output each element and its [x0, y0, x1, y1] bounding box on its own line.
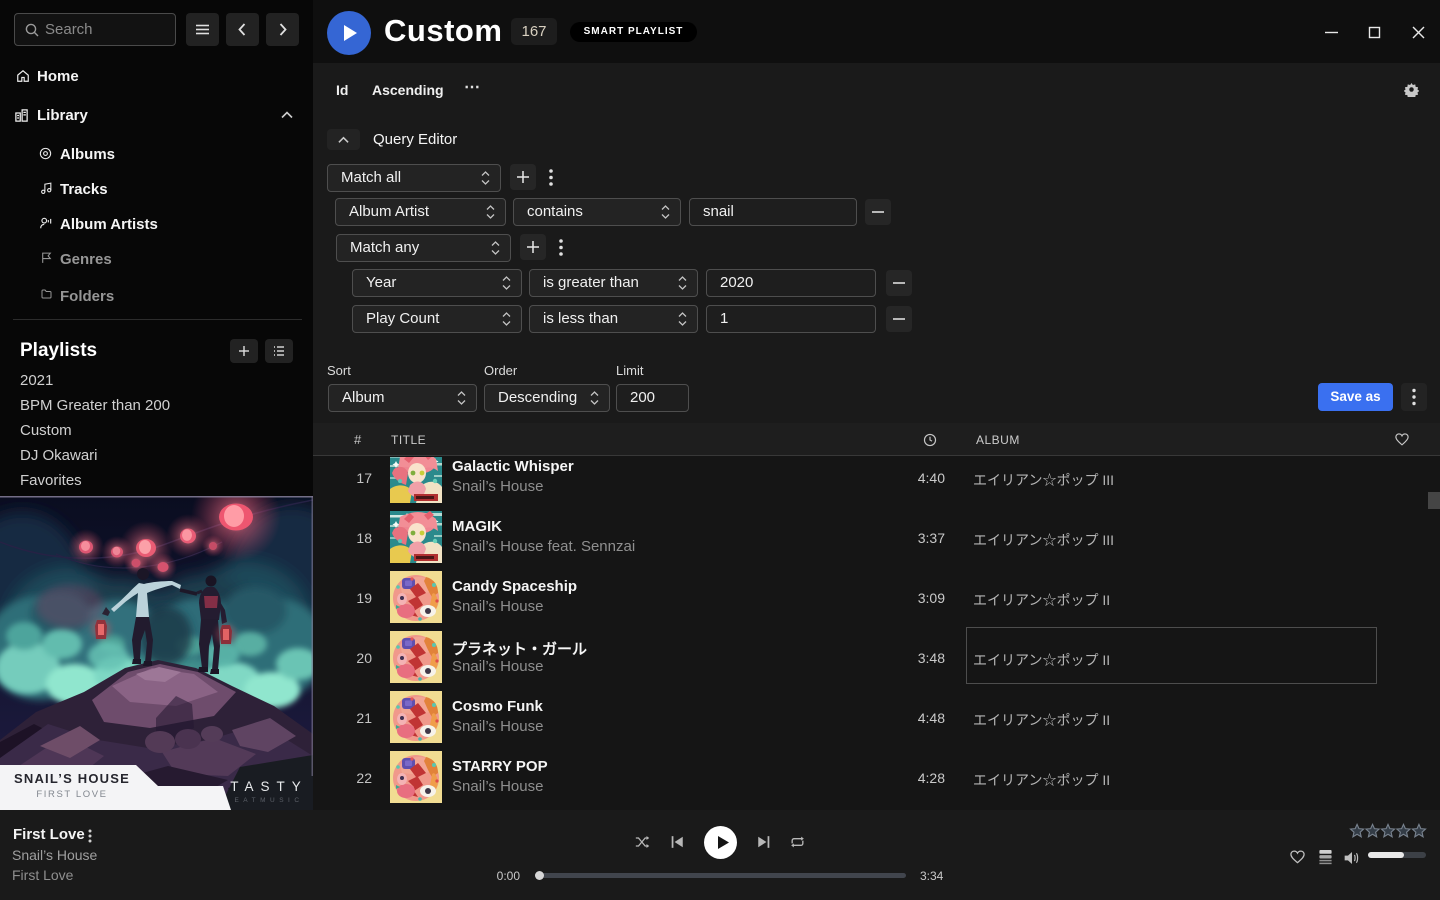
svg-text:TASTY: TASTY: [230, 779, 308, 794]
svg-text:SNAIL’S HOUSE: SNAIL’S HOUSE: [14, 771, 130, 786]
svg-text:EATMUSIC: EATMUSIC: [234, 797, 303, 804]
svg-text:FIRST LOVE: FIRST LOVE: [36, 789, 107, 800]
